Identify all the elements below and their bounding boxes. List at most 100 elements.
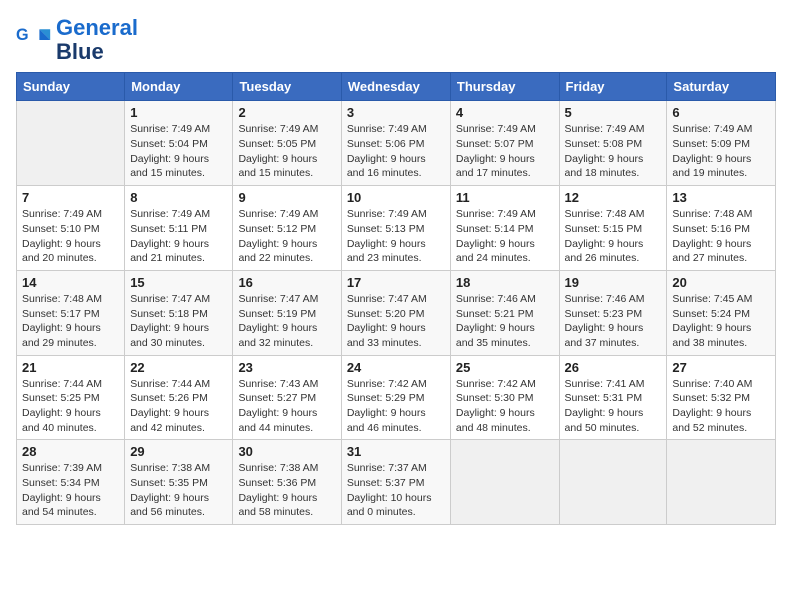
day-number: 5 — [565, 105, 662, 120]
day-info: Sunrise: 7:42 AM Sunset: 5:29 PM Dayligh… — [347, 377, 445, 436]
calendar-week-3: 14 Sunrise: 7:48 AM Sunset: 5:17 PM Dayli… — [17, 270, 776, 355]
calendar-week-5: 28 Sunrise: 7:39 AM Sunset: 5:34 PM Dayli… — [17, 440, 776, 525]
day-number: 2 — [238, 105, 335, 120]
day-info: Sunrise: 7:49 AM Sunset: 5:07 PM Dayligh… — [456, 122, 554, 181]
day-info: Sunrise: 7:37 AM Sunset: 5:37 PM Dayligh… — [347, 461, 445, 520]
calendar-cell: 5 Sunrise: 7:49 AM Sunset: 5:08 PM Daylig… — [559, 101, 667, 186]
calendar-cell: 11 Sunrise: 7:49 AM Sunset: 5:14 PM Dayli… — [450, 186, 559, 271]
calendar-cell: 2 Sunrise: 7:49 AM Sunset: 5:05 PM Daylig… — [233, 101, 341, 186]
day-info: Sunrise: 7:46 AM Sunset: 5:21 PM Dayligh… — [456, 292, 554, 351]
calendar-cell: 4 Sunrise: 7:49 AM Sunset: 5:07 PM Daylig… — [450, 101, 559, 186]
day-info: Sunrise: 7:49 AM Sunset: 5:10 PM Dayligh… — [22, 207, 119, 266]
day-number: 3 — [347, 105, 445, 120]
day-info: Sunrise: 7:49 AM Sunset: 5:04 PM Dayligh… — [130, 122, 227, 181]
header-day-sunday: Sunday — [17, 73, 125, 101]
day-number: 18 — [456, 275, 554, 290]
day-info: Sunrise: 7:46 AM Sunset: 5:23 PM Dayligh… — [565, 292, 662, 351]
day-number: 24 — [347, 360, 445, 375]
day-info: Sunrise: 7:44 AM Sunset: 5:25 PM Dayligh… — [22, 377, 119, 436]
calendar-header-row: SundayMondayTuesdayWednesdayThursdayFrid… — [17, 73, 776, 101]
day-number: 4 — [456, 105, 554, 120]
day-number: 10 — [347, 190, 445, 205]
calendar-cell: 27Sunrise: 7:40 AM Sunset: 5:32 PM Dayli… — [667, 355, 776, 440]
calendar-cell: 6Sunrise: 7:49 AM Sunset: 5:09 PM Daylig… — [667, 101, 776, 186]
logo-icon: G — [16, 22, 52, 58]
calendar-cell: 29Sunrise: 7:38 AM Sunset: 5:35 PM Dayli… — [125, 440, 233, 525]
calendar-cell: 20 Sunrise: 7:45 AM Sunset: 5:24 PM Dayli… — [667, 270, 776, 355]
calendar-week-4: 21 Sunrise: 7:44 AM Sunset: 5:25 PM Dayli… — [17, 355, 776, 440]
day-info: Sunrise: 7:47 AM Sunset: 5:20 PM Dayligh… — [347, 292, 445, 351]
day-number: 21 — [22, 360, 119, 375]
day-number: 28 — [22, 444, 119, 459]
calendar-cell: 15 Sunrise: 7:47 AM Sunset: 5:18 PM Dayli… — [125, 270, 233, 355]
calendar-cell: 8Sunrise: 7:49 AM Sunset: 5:11 PM Daylig… — [125, 186, 233, 271]
day-info: Sunrise: 7:49 AM Sunset: 5:05 PM Dayligh… — [238, 122, 335, 181]
day-info: Sunrise: 7:49 AM Sunset: 5:14 PM Dayligh… — [456, 207, 554, 266]
day-info: Sunrise: 7:48 AM Sunset: 5:15 PM Dayligh… — [565, 207, 662, 266]
calendar-cell: 25Sunrise: 7:42 AM Sunset: 5:30 PM Dayli… — [450, 355, 559, 440]
day-number: 12 — [565, 190, 662, 205]
day-info: Sunrise: 7:41 AM Sunset: 5:31 PM Dayligh… — [565, 377, 662, 436]
day-number: 6 — [672, 105, 770, 120]
day-number: 26 — [565, 360, 662, 375]
day-info: Sunrise: 7:47 AM Sunset: 5:18 PM Dayligh… — [130, 292, 227, 351]
calendar-cell — [17, 101, 125, 186]
day-info: Sunrise: 7:39 AM Sunset: 5:34 PM Dayligh… — [22, 461, 119, 520]
calendar-cell: 16 Sunrise: 7:47 AM Sunset: 5:19 PM Dayli… — [233, 270, 341, 355]
day-info: Sunrise: 7:38 AM Sunset: 5:36 PM Dayligh… — [238, 461, 335, 520]
calendar-cell: 26 Sunrise: 7:41 AM Sunset: 5:31 PM Dayli… — [559, 355, 667, 440]
calendar-cell: 1 Sunrise: 7:49 AM Sunset: 5:04 PM Daylig… — [125, 101, 233, 186]
day-number: 13 — [672, 190, 770, 205]
day-info: Sunrise: 7:47 AM Sunset: 5:19 PM Dayligh… — [238, 292, 335, 351]
calendar-cell: 19 Sunrise: 7:46 AM Sunset: 5:23 PM Dayli… — [559, 270, 667, 355]
header-day-friday: Friday — [559, 73, 667, 101]
day-number: 25 — [456, 360, 554, 375]
day-info: Sunrise: 7:49 AM Sunset: 5:06 PM Dayligh… — [347, 122, 445, 181]
calendar-table: SundayMondayTuesdayWednesdayThursdayFrid… — [16, 72, 776, 525]
day-info: Sunrise: 7:49 AM Sunset: 5:13 PM Dayligh… — [347, 207, 445, 266]
day-info: Sunrise: 7:44 AM Sunset: 5:26 PM Dayligh… — [130, 377, 227, 436]
day-number: 17 — [347, 275, 445, 290]
calendar-week-2: 7 Sunrise: 7:49 AM Sunset: 5:10 PM Daylig… — [17, 186, 776, 271]
calendar-cell: 17 Sunrise: 7:47 AM Sunset: 5:20 PM Dayli… — [341, 270, 450, 355]
calendar-cell: 14 Sunrise: 7:48 AM Sunset: 5:17 PM Dayli… — [17, 270, 125, 355]
page-header: G GeneralBlue — [16, 16, 776, 64]
day-number: 22 — [130, 360, 227, 375]
day-number: 19 — [565, 275, 662, 290]
day-info: Sunrise: 7:48 AM Sunset: 5:16 PM Dayligh… — [672, 207, 770, 266]
calendar-cell: 24 Sunrise: 7:42 AM Sunset: 5:29 PM Dayli… — [341, 355, 450, 440]
day-info: Sunrise: 7:45 AM Sunset: 5:24 PM Dayligh… — [672, 292, 770, 351]
logo-text: GeneralBlue — [56, 16, 138, 64]
day-info: Sunrise: 7:38 AM Sunset: 5:35 PM Dayligh… — [130, 461, 227, 520]
day-number: 31 — [347, 444, 445, 459]
day-info: Sunrise: 7:49 AM Sunset: 5:11 PM Dayligh… — [130, 207, 227, 266]
calendar-week-1: 1 Sunrise: 7:49 AM Sunset: 5:04 PM Daylig… — [17, 101, 776, 186]
calendar-cell — [559, 440, 667, 525]
day-number: 1 — [130, 105, 227, 120]
calendar-cell — [450, 440, 559, 525]
svg-text:G: G — [16, 26, 29, 44]
calendar-cell: 7 Sunrise: 7:49 AM Sunset: 5:10 PM Daylig… — [17, 186, 125, 271]
day-info: Sunrise: 7:49 AM Sunset: 5:08 PM Dayligh… — [565, 122, 662, 181]
day-number: 16 — [238, 275, 335, 290]
calendar-cell: 13 Sunrise: 7:48 AM Sunset: 5:16 PM Dayli… — [667, 186, 776, 271]
calendar-cell: 21 Sunrise: 7:44 AM Sunset: 5:25 PM Dayli… — [17, 355, 125, 440]
calendar-cell: 10 Sunrise: 7:49 AM Sunset: 5:13 PM Dayli… — [341, 186, 450, 271]
calendar-cell: 30Sunrise: 7:38 AM Sunset: 5:36 PM Dayli… — [233, 440, 341, 525]
day-number: 23 — [238, 360, 335, 375]
calendar-cell: 23 Sunrise: 7:43 AM Sunset: 5:27 PM Dayli… — [233, 355, 341, 440]
day-number: 11 — [456, 190, 554, 205]
header-day-tuesday: Tuesday — [233, 73, 341, 101]
header-day-saturday: Saturday — [667, 73, 776, 101]
day-number: 15 — [130, 275, 227, 290]
day-number: 20 — [672, 275, 770, 290]
calendar-cell: 31 Sunrise: 7:37 AM Sunset: 5:37 PM Dayli… — [341, 440, 450, 525]
day-info: Sunrise: 7:48 AM Sunset: 5:17 PM Dayligh… — [22, 292, 119, 351]
day-info: Sunrise: 7:40 AM Sunset: 5:32 PM Dayligh… — [672, 377, 770, 436]
day-info: Sunrise: 7:43 AM Sunset: 5:27 PM Dayligh… — [238, 377, 335, 436]
calendar-cell: 12 Sunrise: 7:48 AM Sunset: 5:15 PM Dayli… — [559, 186, 667, 271]
logo: G GeneralBlue — [16, 16, 138, 64]
day-number: 7 — [22, 190, 119, 205]
header-day-wednesday: Wednesday — [341, 73, 450, 101]
day-number: 14 — [22, 275, 119, 290]
